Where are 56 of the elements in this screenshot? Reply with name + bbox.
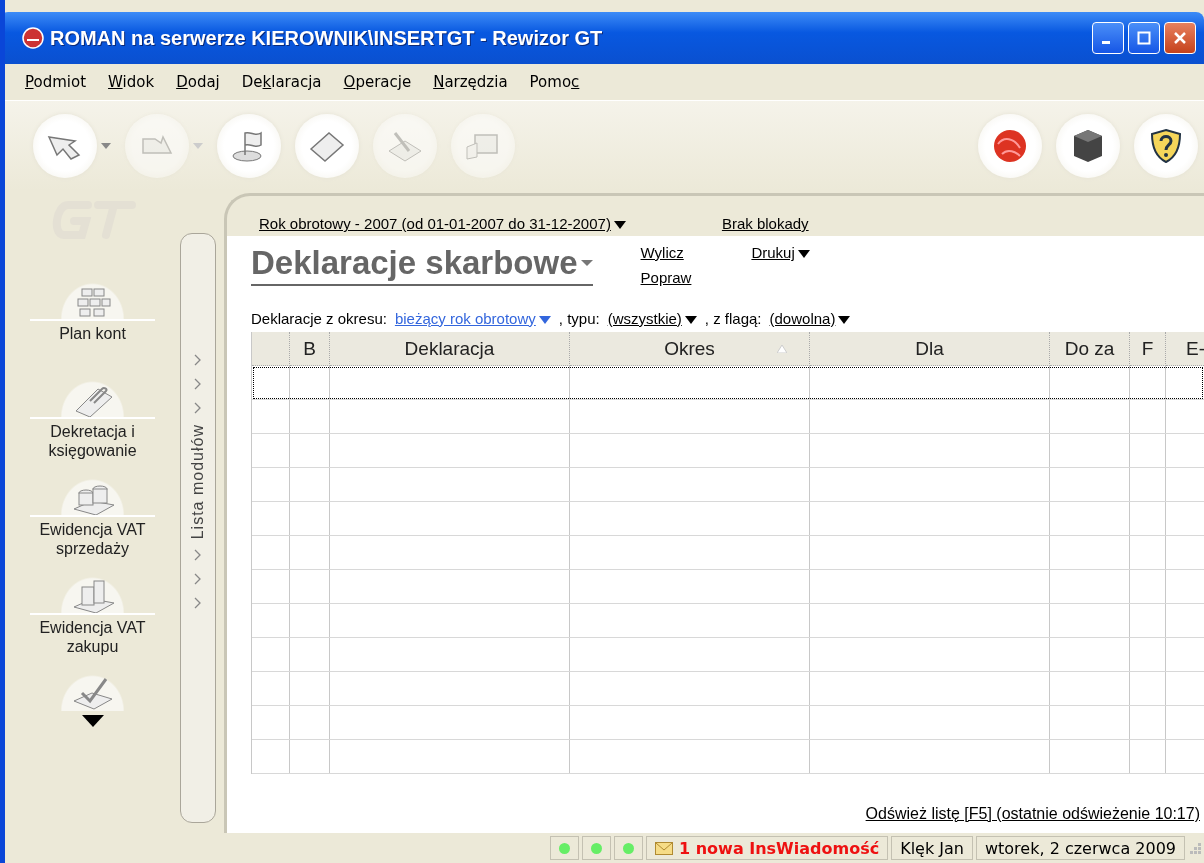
module-label[interactable]: Plan kont	[59, 324, 126, 344]
type-dropdown[interactable]: (wszystkie)	[607, 309, 697, 327]
minimize-icon	[1102, 40, 1110, 44]
chevron-icon	[194, 573, 202, 586]
action-link[interactable]: Popraw	[640, 269, 692, 286]
menu-item[interactable]: Podmiot	[25, 73, 87, 91]
caret-icon[interactable]	[101, 143, 111, 149]
app-logo-icon	[22, 27, 44, 49]
chevron-icon	[194, 549, 202, 562]
menu-item[interactable]: Widok	[108, 73, 155, 91]
menu-item[interactable]: Pomoc	[529, 73, 580, 91]
fiscal-year-dropdown[interactable]: Rok obrotowy - 2007 (od 01-01-2007 do 31-12-2007)	[259, 215, 626, 232]
window-title: ROMAN na serwerze KIEROWNIK\INSERTGT - Rewizor GT	[50, 26, 604, 50]
envelope-icon	[655, 841, 673, 855]
module-label[interactable]: Dekretacja i księgowanie	[30, 422, 155, 461]
print-dropdown[interactable]: Drukuj	[751, 244, 810, 261]
resize-grip-icon[interactable]	[1188, 841, 1202, 855]
menu-item[interactable]: Dodaj	[176, 73, 220, 91]
module-label[interactable]: Ewidencja VAT sprzedaży	[30, 520, 155, 559]
chevron-icon	[194, 402, 202, 414]
message-panel[interactable]: 1 nowa InsWiadomość	[646, 836, 889, 860]
date-text: wtorek, 2 czerwca 2009	[975, 836, 1185, 860]
action-link[interactable]: Wylicz	[640, 244, 692, 261]
caret-icon	[538, 315, 551, 324]
minimize-button[interactable]	[1092, 22, 1124, 54]
menu-item[interactable]: Deklaracja	[241, 73, 322, 91]
caret-icon	[838, 315, 851, 324]
page-icon	[307, 129, 347, 163]
maximize-icon	[1137, 31, 1151, 45]
sort-arrow-icon	[777, 345, 787, 353]
chevron-icon	[194, 378, 202, 390]
menu-item[interactable]: Operacje	[343, 73, 412, 91]
menu-item[interactable]: Narzędzia	[433, 73, 508, 91]
lock-status-link[interactable]: Brak blokady	[721, 215, 809, 232]
caret-icon	[580, 260, 593, 266]
chevron-icon	[194, 354, 202, 366]
module-label[interactable]: Ewidencja VAT zakupu	[30, 618, 155, 657]
new-message-text: 1 nowa InsWiadomość	[679, 838, 880, 858]
close-icon	[1173, 31, 1187, 45]
module-title-dropdown[interactable]: Deklaracje skarbowe	[251, 244, 593, 286]
flag-dropdown[interactable]: (dowolna)	[769, 309, 851, 327]
caret-icon	[684, 315, 697, 324]
filter-label: , z flagą:	[704, 309, 762, 327]
filter-label: Deklaracje z okresu:	[251, 309, 387, 327]
module-list-tab[interactable]: Lista modułów	[180, 233, 216, 823]
close-button[interactable]	[1164, 22, 1196, 54]
refresh-link[interactable]: Odśwież listę [F5] (ostatnie odświeżenie 10:17)	[865, 805, 1200, 823]
scroll-down-arrow-icon[interactable]	[81, 715, 104, 727]
period-dropdown[interactable]: bieżący rok obrotowy	[394, 309, 551, 327]
chevron-icon	[194, 597, 202, 610]
maximize-button[interactable]	[1128, 22, 1160, 54]
user-name: Klęk Jan	[891, 836, 973, 860]
filter-label: , typu:	[558, 309, 600, 327]
caret-icon	[797, 250, 810, 258]
table-row[interactable]	[252, 366, 1204, 400]
caret-icon	[613, 221, 626, 229]
